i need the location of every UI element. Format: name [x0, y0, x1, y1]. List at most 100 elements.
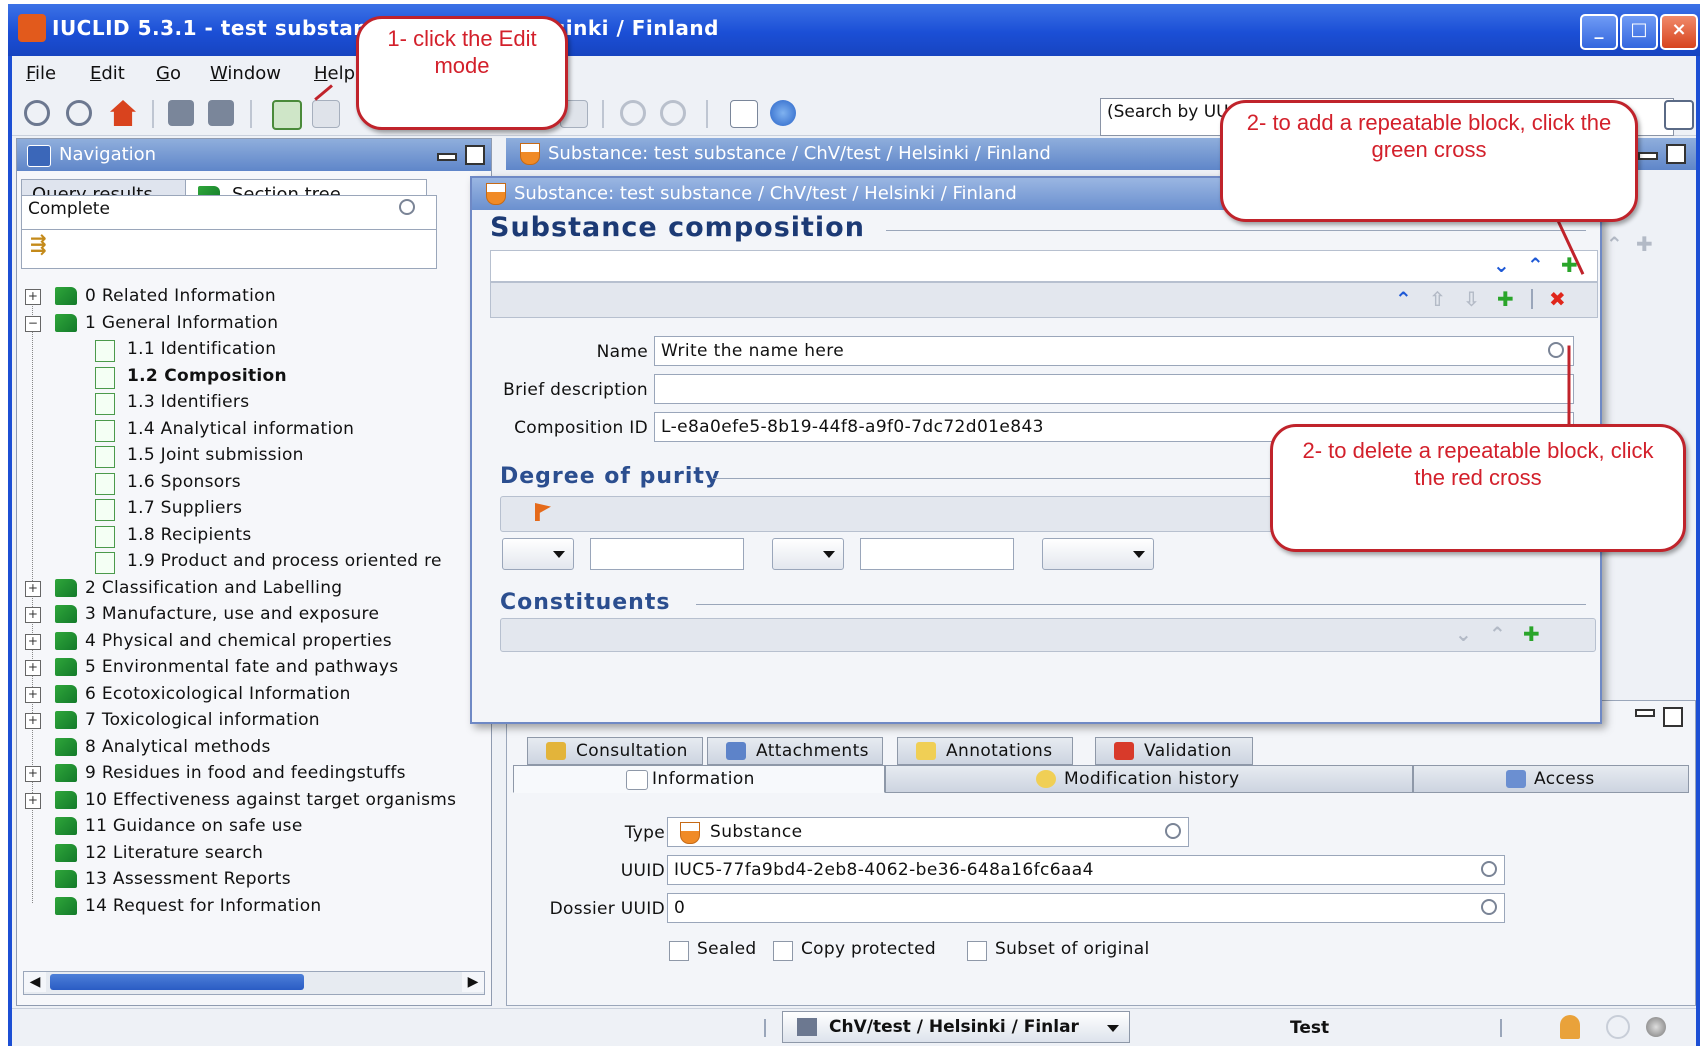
tree-leaf[interactable]: 1.1 Identification — [25, 338, 475, 362]
location-select[interactable]: ChV/test / Helsinki / Finlar — [782, 1011, 1130, 1043]
minimize-icon[interactable]: _ — [1580, 14, 1618, 50]
expand-node-icon[interactable]: + — [25, 607, 41, 623]
tree-leaf[interactable]: 1.5 Joint submission — [25, 444, 475, 468]
expand-node-icon[interactable]: + — [25, 660, 41, 676]
dossier-search-icon[interactable] — [1481, 899, 1497, 915]
user-icon[interactable] — [1560, 1015, 1580, 1039]
undo-icon[interactable] — [620, 100, 646, 126]
brief-description-field[interactable] — [654, 374, 1574, 404]
panel-minimize-icon[interactable] — [437, 153, 457, 161]
type-field[interactable]: Substance — [667, 817, 1189, 847]
uuid-field[interactable]: IUC5-77fa9bd4-2eb8-4062-be36-648a16fc6aa… — [667, 855, 1505, 885]
expand-node-icon[interactable]: + — [25, 792, 41, 809]
tree-leaf[interactable]: 1.2 Composition — [25, 365, 475, 389]
menu-file[interactable]: File — [26, 63, 56, 84]
panel-maximize-icon[interactable] — [465, 145, 485, 165]
delete-block-icon[interactable]: ✖ — [1549, 289, 1566, 309]
menu-help[interactable]: Help — [314, 63, 355, 84]
flag-icon[interactable] — [535, 503, 551, 521]
purity-lower-value[interactable] — [590, 538, 744, 570]
collapse-node-icon[interactable]: − — [25, 315, 41, 332]
tab-annotations[interactable]: Annotations — [897, 737, 1073, 765]
dossier-uuid-field[interactable]: 0 — [667, 893, 1505, 923]
info-minimize-icon[interactable] — [1635, 709, 1655, 717]
insert-block-icon[interactable]: ✚ — [1497, 289, 1514, 309]
purity-upper-qualifier-select[interactable] — [772, 538, 844, 570]
home-icon[interactable] — [110, 100, 136, 126]
tree-node[interactable]: 12 Literature search — [25, 842, 475, 866]
help-icon[interactable] — [770, 100, 796, 126]
tree-node[interactable]: +2 Classification and Labelling — [25, 577, 475, 601]
expand-node-icon[interactable]: + — [25, 686, 41, 703]
tree-node[interactable]: 8 Analytical methods — [25, 736, 475, 760]
main-minimize-icon[interactable] — [1638, 152, 1658, 160]
copy-protected-checkbox[interactable] — [773, 941, 793, 961]
info-maximize-icon[interactable] — [1663, 707, 1683, 727]
tree-node[interactable]: 13 Assessment Reports — [25, 868, 475, 892]
tab-modification-history[interactable]: Modification history — [885, 765, 1413, 793]
report-icon[interactable] — [730, 100, 758, 128]
tree-node[interactable]: +10 Effectiveness against target organis… — [25, 789, 475, 813]
purity-qualifier-select[interactable] — [502, 538, 574, 570]
tab-access[interactable]: Access — [1413, 765, 1689, 793]
close-document-icon[interactable] — [312, 100, 340, 128]
main-maximize-icon[interactable] — [1666, 144, 1686, 164]
horizontal-scrollbar[interactable]: ◀ ▶ — [23, 971, 485, 995]
expand-node-icon[interactable]: + — [25, 633, 41, 650]
name-search-icon[interactable] — [1548, 342, 1564, 358]
save-all-icon[interactable] — [208, 100, 234, 126]
collapse-all-icon[interactable]: ⌃ — [1527, 255, 1544, 275]
tree-leaf[interactable]: 1.6 Sponsors — [25, 471, 475, 495]
expand-node-icon[interactable]: + — [25, 580, 41, 597]
purity-unit-select[interactable] — [1042, 538, 1154, 570]
scroll-right-icon[interactable]: ▶ — [462, 972, 484, 992]
tree-node[interactable]: +7 Toxicological information — [25, 709, 475, 733]
close-icon[interactable]: × — [1660, 14, 1698, 50]
maximize-icon[interactable]: □ — [1620, 14, 1658, 50]
tree-node[interactable]: +0 Related Information — [25, 285, 475, 309]
edit-mode-icon[interactable] — [272, 100, 302, 130]
tree-node[interactable]: 14 Request for Information — [25, 895, 475, 919]
tree-leaf[interactable]: 1.7 Suppliers — [25, 497, 475, 521]
back-icon[interactable] — [24, 100, 50, 126]
tab-information[interactable]: Information — [513, 765, 885, 793]
scroll-left-icon[interactable]: ◀ — [24, 972, 46, 992]
expand-node-icon[interactable]: + — [25, 766, 41, 782]
scrollbar-thumb[interactable] — [50, 974, 304, 990]
purity-upper-value[interactable] — [860, 538, 1014, 570]
sealed-checkbox[interactable] — [669, 941, 689, 961]
tree-node[interactable]: +4 Physical and chemical properties — [25, 630, 475, 654]
subset-of-original-checkbox[interactable] — [967, 941, 987, 961]
tree-filter-select[interactable]: Complete — [21, 195, 437, 233]
menu-window[interactable]: Window — [210, 63, 281, 84]
tree-leaf[interactable]: 1.4 Analytical information — [25, 418, 475, 442]
tab-attachments[interactable]: Attachments — [707, 737, 883, 765]
expand-node-icon[interactable]: + — [25, 289, 41, 305]
tree-node[interactable]: − 1 General Information — [25, 312, 475, 336]
expand-tree-icon[interactable]: ⇶ — [30, 234, 47, 254]
search-options-icon[interactable] — [1664, 100, 1694, 130]
tab-validation[interactable]: Validation — [1095, 737, 1253, 765]
tree-leaf[interactable]: 1.3 Identifiers — [25, 391, 475, 415]
collapse-block-icon[interactable]: ⌃ — [1395, 289, 1412, 309]
tree-node[interactable]: 11 Guidance on safe use — [25, 815, 475, 839]
forward-icon[interactable] — [66, 100, 92, 126]
uuid-search-icon[interactable] — [1481, 861, 1497, 877]
expand-all-icon[interactable]: ⌄ — [1493, 255, 1510, 275]
tree-leaf[interactable]: 1.8 Recipients — [25, 524, 475, 548]
tab-consultation[interactable]: Consultation — [527, 737, 703, 765]
save-icon[interactable] — [168, 100, 194, 126]
tree-node[interactable]: +3 Manufacture, use and exposure — [25, 603, 475, 627]
name-field[interactable]: Write the name here — [654, 336, 1574, 366]
menu-go[interactable]: Go — [156, 63, 181, 84]
tree-node[interactable]: +5 Environmental fate and pathways — [25, 656, 475, 680]
type-search-icon[interactable] — [1165, 823, 1181, 839]
tree-node[interactable]: +9 Residues in food and feedingstuffs — [25, 762, 475, 786]
tree-leaf[interactable]: 1.9 Product and process oriented re — [25, 550, 475, 574]
menu-edit[interactable]: Edit — [90, 63, 125, 84]
expand-node-icon[interactable]: + — [25, 713, 41, 729]
filter-search-icon[interactable] — [399, 199, 415, 215]
redo-icon[interactable] — [660, 100, 686, 126]
add-constituent-icon[interactable]: ✚ — [1523, 624, 1540, 644]
tree-node[interactable]: +6 Ecotoxicological Information — [25, 683, 475, 707]
